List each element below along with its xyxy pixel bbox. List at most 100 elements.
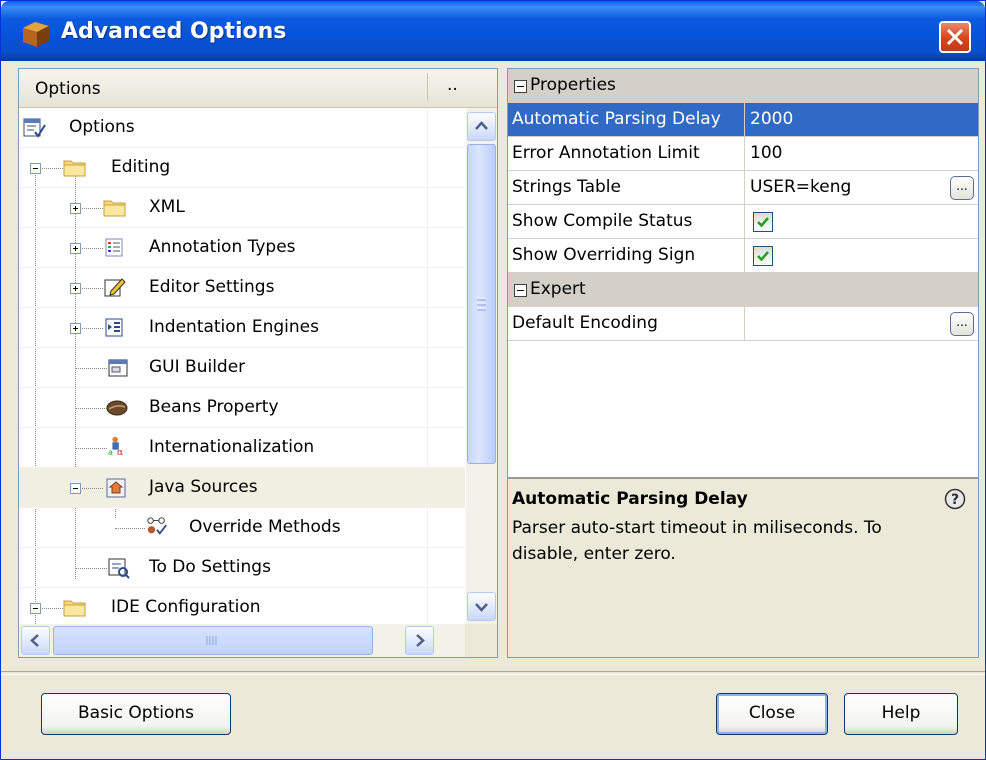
expand-icon[interactable]	[70, 243, 81, 254]
advanced-options-dialog: Advanced Options Options .. Options Edit…	[0, 0, 986, 760]
scroll-thumb[interactable]	[53, 626, 373, 655]
tree-column-options[interactable]: Options	[35, 79, 101, 99]
property-sheet: Properties Automatic Parsing Delay 2000 …	[507, 68, 979, 658]
options-icon	[23, 118, 46, 138]
property-show-overriding-sign[interactable]: Show Overriding Sign	[508, 239, 978, 273]
checkmark-icon	[757, 217, 769, 228]
window-title: Advanced Options	[61, 19, 287, 44]
help-icon[interactable]: ?	[944, 488, 966, 510]
tree-item-label: Beans Property	[149, 397, 279, 417]
tree-item-editor-settings[interactable]: Editor Settings	[19, 268, 465, 308]
property-error-annotation-limit[interactable]: Error Annotation Limit 100	[508, 137, 978, 171]
help-button[interactable]: Help	[844, 693, 958, 735]
svg-text:a: a	[108, 447, 113, 457]
options-tree: Options Editing XML Annotation Types Edi…	[19, 108, 465, 628]
basic-options-button[interactable]: Basic Options	[41, 693, 231, 735]
property-name: Show Compile Status	[512, 211, 693, 231]
tree-item-options[interactable]: Options	[19, 108, 465, 148]
collapse-icon[interactable]	[30, 603, 41, 614]
editor-settings-icon	[104, 278, 126, 297]
tree-item-label: Options	[69, 117, 135, 137]
tree-item-label: Editing	[111, 157, 171, 177]
property-name: Error Annotation Limit	[512, 143, 700, 163]
java-sources-icon	[106, 478, 126, 498]
tree-item-label: Override Methods	[189, 517, 341, 537]
overriding-sign-checkbox[interactable]	[753, 246, 773, 266]
tree-vertical-scrollbar[interactable]	[466, 108, 497, 624]
todo-settings-icon	[108, 558, 130, 579]
expand-icon[interactable]	[70, 203, 81, 214]
property-automatic-parsing-delay[interactable]: Automatic Parsing Delay 2000	[508, 103, 978, 137]
options-tree-panel: Options .. Options Editing XML Annotatio…	[18, 68, 498, 658]
folder-icon	[63, 600, 86, 617]
chevron-right-icon	[416, 634, 425, 647]
tree-item-label: Editor Settings	[149, 277, 275, 297]
property-grid: Properties Automatic Parsing Delay 2000 …	[508, 69, 978, 477]
tree-horizontal-scrollbar[interactable]	[19, 624, 465, 657]
scroll-down-button[interactable]	[467, 592, 496, 621]
scroll-up-button[interactable]	[467, 112, 496, 141]
checkmark-icon	[757, 251, 769, 262]
property-description: Automatic Parsing Delay ? Parser auto-st…	[508, 479, 978, 657]
scroll-right-button[interactable]	[405, 626, 434, 655]
svg-text:α: α	[117, 447, 123, 457]
property-name: Show Overriding Sign	[512, 245, 696, 265]
tree-header: Options ..	[19, 69, 497, 108]
tree-item-java-sources[interactable]: Java Sources	[19, 468, 465, 508]
tree-item-label: XML	[149, 197, 185, 217]
property-value-field[interactable]: USER=keng	[750, 177, 851, 197]
default-encoding-edit-button[interactable]: ...	[950, 312, 974, 336]
tree-item-indentation-engines[interactable]: Indentation Engines	[19, 308, 465, 348]
collapse-icon[interactable]	[30, 163, 41, 174]
tree-item-label: Internationalization	[149, 437, 315, 457]
tree-item-ide-configuration[interactable]: IDE Configuration	[19, 588, 465, 628]
property-name: Default Encoding	[512, 313, 658, 333]
close-icon	[946, 28, 964, 46]
tree-item-label: Indentation Engines	[149, 317, 319, 337]
close-window-button[interactable]	[939, 21, 971, 53]
title-bar[interactable]: Advanced Options	[1, 1, 985, 61]
folder-icon	[63, 160, 86, 177]
tree-item-internationalization[interactable]: α a Internationalization	[19, 428, 465, 468]
expand-icon[interactable]	[70, 323, 81, 334]
property-strings-table[interactable]: Strings Table USER=keng ...	[508, 171, 978, 205]
property-show-compile-status[interactable]: Show Compile Status	[508, 205, 978, 239]
collapse-icon[interactable]	[70, 483, 81, 494]
category-expert[interactable]: Expert	[508, 273, 978, 307]
scroll-left-button[interactable]	[21, 626, 50, 655]
separator	[1, 671, 985, 675]
tree-item-annotation-types[interactable]: Annotation Types	[19, 228, 465, 268]
svg-text:?: ?	[951, 492, 959, 508]
tree-item-label: To Do Settings	[149, 557, 271, 577]
collapse-icon[interactable]	[514, 284, 527, 297]
tree-item-xml[interactable]: XML	[19, 188, 465, 228]
tree-item-override-methods[interactable]: Override Methods	[19, 508, 465, 548]
description-text: Parser auto-start timeout in miliseconds…	[512, 518, 882, 564]
annotation-types-icon	[105, 238, 123, 257]
gui-builder-icon	[108, 359, 128, 377]
tree-item-gui-builder[interactable]: GUI Builder	[19, 348, 465, 388]
property-value-field[interactable]: 2000	[750, 109, 793, 129]
property-name: Automatic Parsing Delay	[512, 109, 721, 129]
expand-icon[interactable]	[70, 283, 81, 294]
tree-item-label: Java Sources	[149, 477, 258, 497]
grip-icon	[206, 636, 217, 645]
chevron-left-icon	[30, 634, 39, 647]
property-value-field[interactable]: 100	[750, 143, 782, 163]
compile-status-checkbox[interactable]	[753, 212, 773, 232]
bean-icon	[106, 400, 128, 416]
chevron-down-icon	[475, 603, 488, 612]
folder-icon	[103, 200, 126, 217]
tree-item-editing[interactable]: Editing	[19, 148, 465, 188]
category-properties[interactable]: Properties	[508, 69, 978, 103]
tree-item-beans-property[interactable]: Beans Property	[19, 388, 465, 428]
scroll-thumb[interactable]	[467, 144, 496, 464]
chevron-up-icon	[475, 121, 488, 130]
property-default-encoding[interactable]: Default Encoding ...	[508, 307, 978, 341]
indentation-icon	[105, 318, 123, 337]
collapse-icon[interactable]	[514, 80, 527, 93]
tree-column-more[interactable]: ..	[447, 75, 458, 95]
strings-table-edit-button[interactable]: ...	[950, 176, 974, 200]
tree-item-todo-settings[interactable]: To Do Settings	[19, 548, 465, 588]
close-button[interactable]: Close	[716, 693, 828, 735]
